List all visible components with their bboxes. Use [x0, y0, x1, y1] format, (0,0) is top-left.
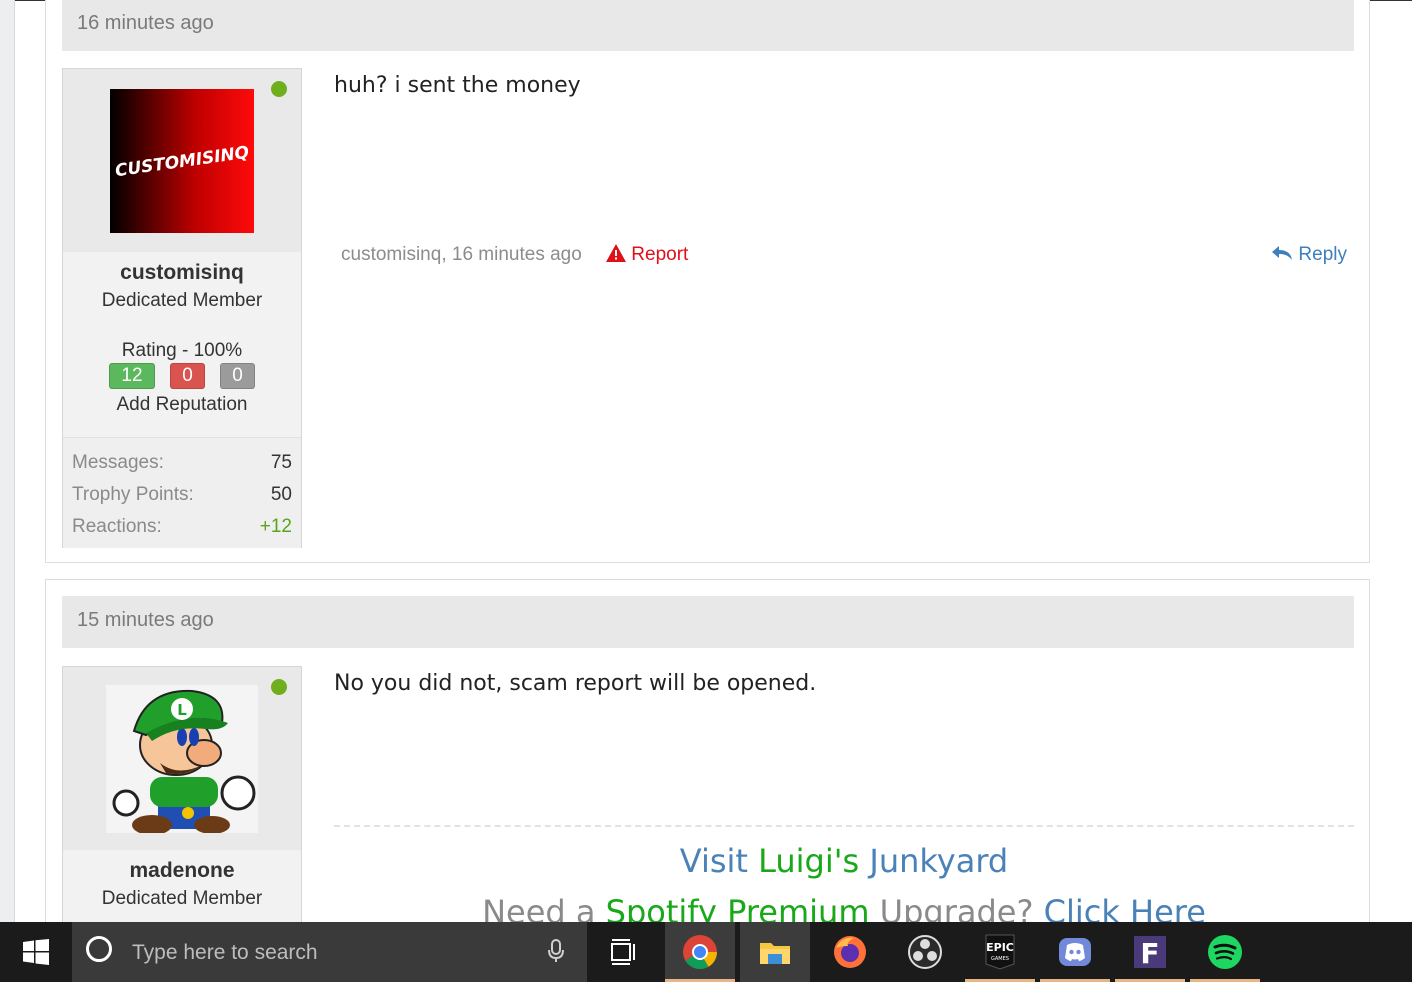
sig-text: Upgrade?	[869, 893, 1044, 922]
epic-subtext: GAMES	[991, 956, 1009, 962]
fortnite-letter: F	[1140, 937, 1159, 970]
positive-rep-badge[interactable]: 12	[109, 363, 155, 389]
forum-thread-page: 16 minutes ago CUSTOMISINQ customisinq D…	[0, 0, 1412, 922]
reputation-row: 12 0 0	[63, 363, 301, 389]
stat-value: +12	[259, 516, 292, 537]
user-card: L madenone Dedicated Member	[62, 666, 302, 922]
reply-label: Reply	[1298, 244, 1347, 265]
chrome-icon	[683, 935, 717, 969]
post-meta[interactable]: customisinq, 16 minutes ago	[341, 244, 582, 266]
sig-text: Visit	[679, 842, 759, 880]
epic-games-taskbar-button[interactable]: EPIC GAMES	[965, 922, 1035, 982]
sig-highlight: Spotify Premium	[605, 893, 870, 922]
neutral-rep-badge[interactable]: 0	[220, 363, 255, 389]
avatar-zone: CUSTOMISINQ	[63, 69, 301, 252]
rating-label: Rating - 100%	[121, 340, 243, 361]
discord-taskbar-button[interactable]	[1040, 922, 1110, 982]
cortana-icon	[86, 936, 112, 962]
signature-divider	[334, 825, 1354, 827]
post-message: huh? i sent the money	[334, 73, 581, 98]
reply-link[interactable]: Reply	[1271, 244, 1347, 266]
stat-label: Trophy Points:	[72, 484, 194, 505]
click-here-link[interactable]: Click Here	[1044, 893, 1206, 922]
obs-taskbar-button[interactable]	[890, 922, 960, 982]
user-title: Dedicated Member	[101, 290, 263, 311]
search-placeholder: Type here to search	[132, 941, 318, 964]
avatar[interactable]: L	[106, 685, 258, 833]
sig-highlight: Luigi's	[758, 842, 860, 880]
online-status-dot	[271, 81, 287, 97]
fortnite-icon: F	[1134, 936, 1166, 970]
spotify-icon	[1208, 935, 1242, 969]
post-1: 16 minutes ago CUSTOMISINQ customisinq D…	[45, 0, 1370, 563]
avatar-zone: L	[63, 667, 301, 850]
left-sidebar-gutter	[0, 0, 15, 922]
add-reputation-link[interactable]: Add Reputation	[63, 394, 301, 416]
signature-line-2: Need a Spotify Premium Upgrade? Click He…	[334, 893, 1354, 922]
user-title: Dedicated Member	[101, 888, 263, 909]
windows-taskbar: Type here to search EPIC GAMES F	[0, 922, 1412, 982]
post-header: 16 minutes ago	[62, 0, 1354, 51]
reply-icon	[1272, 246, 1293, 260]
task-view-icon	[611, 939, 635, 965]
report-label: Report	[631, 244, 689, 265]
firefox-icon	[834, 936, 866, 968]
stat-value: 75	[270, 452, 292, 473]
task-view-button[interactable]	[590, 922, 660, 982]
taskbar-search-box[interactable]: Type here to search	[72, 922, 587, 982]
stat-label: Reactions:	[72, 516, 162, 537]
negative-rep-badge[interactable]: 0	[170, 363, 205, 389]
post-header: 15 minutes ago	[62, 596, 1354, 648]
user-stats: Messages: 75 Trophy Points: 50 Reactions…	[63, 437, 301, 548]
user-card: CUSTOMISINQ customisinq Dedicated Member…	[62, 68, 302, 548]
post-message: No you did not, scam report will be open…	[334, 671, 817, 696]
report-link[interactable]: Report	[606, 244, 688, 266]
post-2: 15 minutes ago L madenone Dedicated Memb…	[45, 579, 1370, 922]
online-status-dot	[271, 679, 287, 695]
obs-icon	[908, 935, 942, 969]
avatar[interactable]: CUSTOMISINQ	[110, 89, 254, 233]
spotify-taskbar-button[interactable]	[1190, 922, 1260, 982]
stat-value: 50	[270, 484, 292, 505]
firefox-taskbar-button[interactable]	[815, 922, 885, 982]
username[interactable]: customisinq	[63, 261, 301, 285]
sig-text: Junkyard	[859, 842, 1009, 880]
discord-icon	[1059, 938, 1091, 966]
windows-start-icon	[23, 939, 49, 965]
windows-start-button[interactable]	[0, 922, 72, 982]
username[interactable]: madenone	[63, 859, 301, 883]
fortnite-taskbar-button[interactable]: F	[1115, 922, 1185, 982]
epic-text: EPIC	[986, 941, 1014, 954]
file-explorer-icon	[760, 943, 790, 964]
svg-text:L: L	[177, 701, 187, 719]
warning-icon	[606, 244, 626, 262]
signature-line-1[interactable]: Visit Luigi's Junkyard	[334, 842, 1354, 880]
microphone-icon[interactable]	[548, 939, 564, 963]
sig-text: Need a	[482, 893, 606, 922]
post-time: 16 minutes ago	[77, 12, 214, 34]
chrome-taskbar-button[interactable]	[665, 922, 735, 982]
file-explorer-taskbar-button[interactable]	[740, 922, 810, 982]
epic-games-icon: EPIC GAMES	[985, 934, 1015, 970]
luigi-avatar-icon: L	[112, 689, 256, 833]
stat-label: Messages:	[72, 452, 164, 473]
post-time: 15 minutes ago	[77, 609, 214, 631]
